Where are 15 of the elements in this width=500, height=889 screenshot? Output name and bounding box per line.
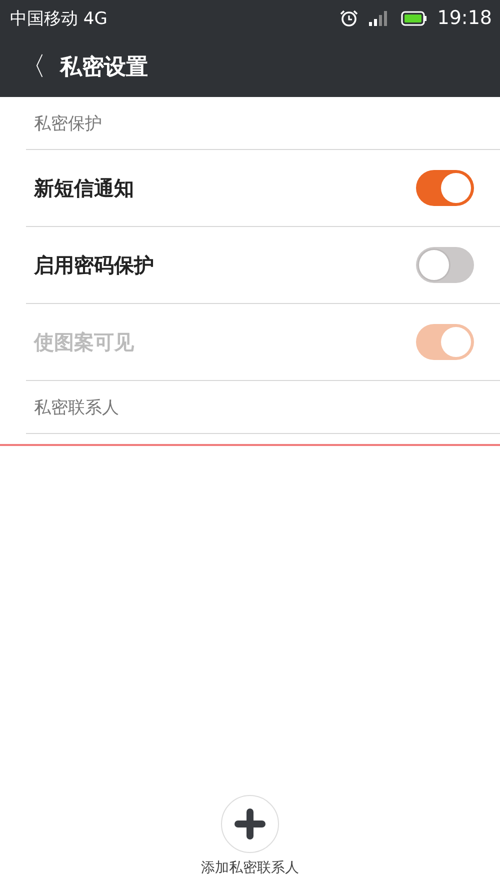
back-button[interactable]: 〈: [20, 49, 46, 84]
clock-text: 19:18: [437, 7, 492, 29]
toggle-switch[interactable]: [416, 170, 474, 206]
setting-label: 新短信通知: [34, 174, 134, 202]
add-contact-label: 添加私密联系人: [201, 859, 299, 877]
page-title: 私密设置: [60, 54, 148, 82]
setting-label: 启用密码保护: [34, 252, 154, 278]
section-header: 私密保护: [34, 112, 102, 134]
setting-label: 使图案可见: [34, 328, 134, 356]
battery-icon: [401, 10, 428, 26]
carrier-text: 中国移动 4G: [10, 8, 108, 30]
plus-icon: [234, 808, 266, 840]
alarm-clock-icon: [339, 9, 360, 27]
toggle-switch[interactable]: [416, 247, 474, 283]
section-header: 私密联系人: [34, 396, 119, 418]
